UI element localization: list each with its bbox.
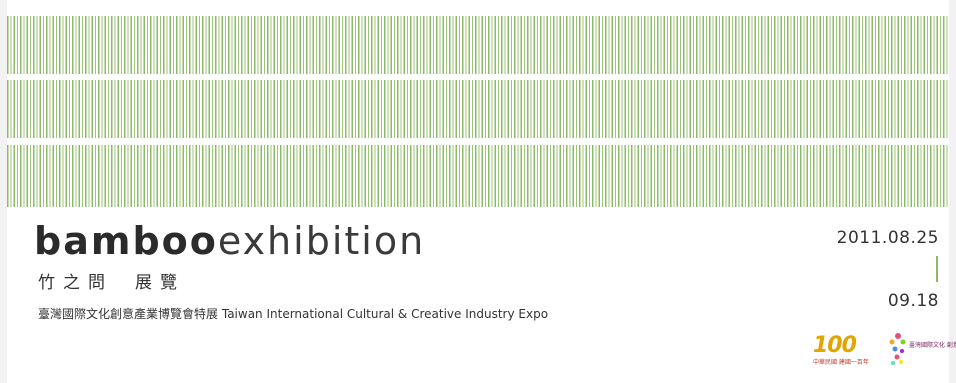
- expo-name-en: Taiwan International Cultural & Creative…: [221, 307, 549, 321]
- title-bamboo: bamboo: [34, 219, 218, 263]
- bamboo-stripe-band-top: [7, 16, 949, 74]
- expo-logo-caption: 臺灣國際文化 創意產業博覽會: [909, 342, 956, 349]
- chinese-subtitle: 竹之問 展覽: [38, 268, 185, 293]
- date-start: 2011.08.25: [836, 228, 939, 248]
- date-end: 09.18: [887, 291, 939, 311]
- exhibition-title: bambooexhibition: [34, 218, 425, 264]
- expo-logo-flower-icon: [889, 333, 906, 365]
- centennial-logo-digits: 100: [813, 333, 857, 358]
- centennial-logo-caption: 中華民國 建國一百年: [813, 359, 869, 366]
- expo-name: 臺灣國際文化創意產業博覽會特展 Taiwan International Cul…: [38, 305, 548, 322]
- subtitle-zh-part1: 竹之問: [38, 273, 113, 293]
- subtitle-zh-part2: 展覽: [135, 273, 185, 293]
- date-divider: [936, 256, 938, 282]
- exhibition-banner: bambooexhibition 竹之問 展覽 臺灣國際文化創意產業博覽會特展 T…: [7, 0, 956, 383]
- expo-logo: 臺灣國際文化 創意產業博覽會: [887, 330, 956, 374]
- bamboo-stripe-band-bottom: [7, 145, 949, 207]
- centennial-logo: 100 中華民國 建國一百年: [813, 334, 873, 374]
- title-exhibition: exhibition: [217, 219, 426, 263]
- expo-name-zh: 臺灣國際文化創意產業博覽會特展: [38, 307, 219, 321]
- bamboo-stripe-band-middle: [7, 80, 949, 138]
